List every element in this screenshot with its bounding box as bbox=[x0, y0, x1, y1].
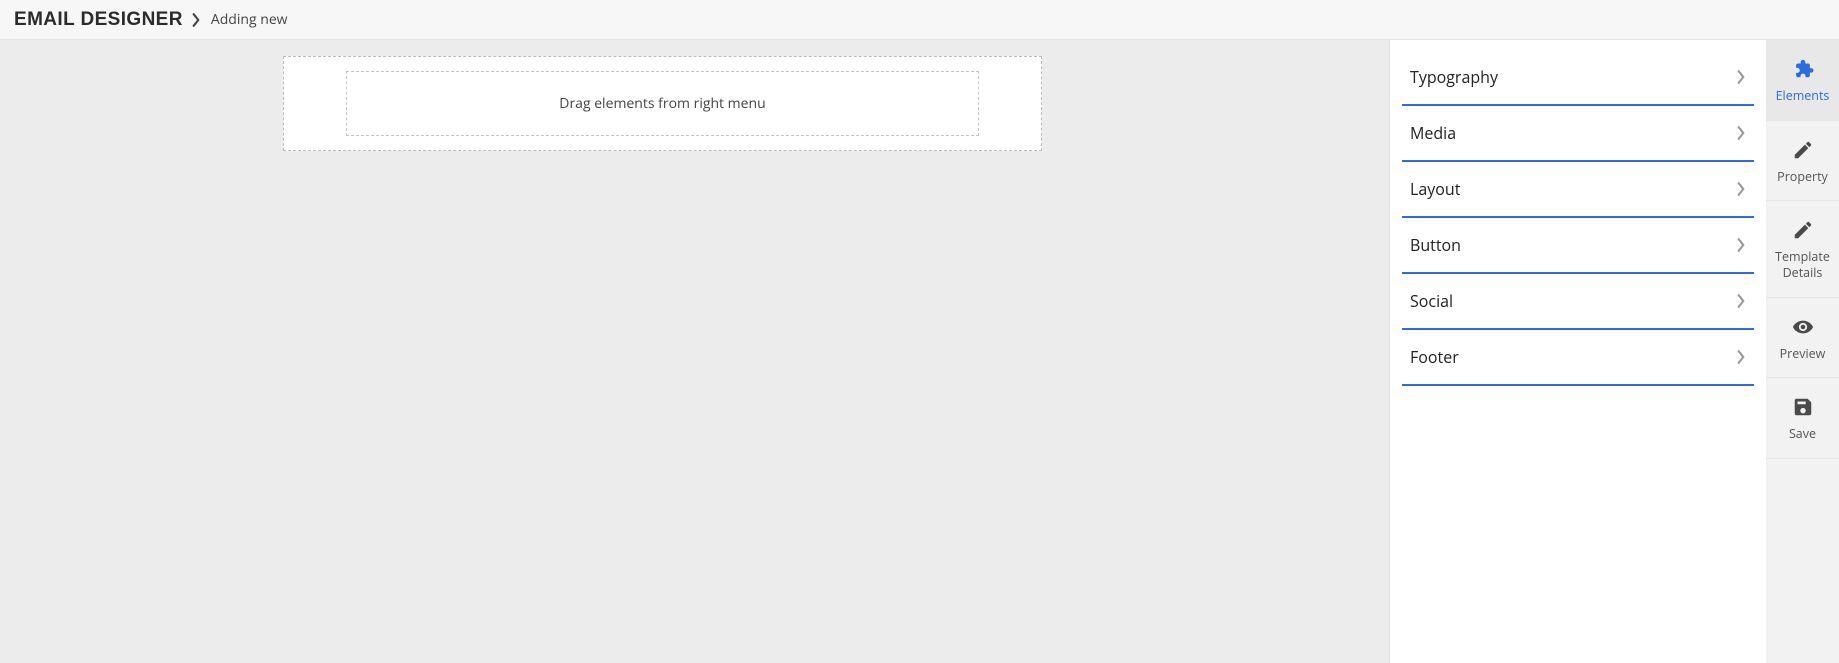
elements-item-label: Media bbox=[1410, 122, 1456, 144]
email-stage[interactable]: Drag elements from right menu bbox=[283, 56, 1042, 151]
breadcrumb-current: Adding new bbox=[211, 10, 288, 29]
chevron-right-icon bbox=[1736, 238, 1746, 252]
rail-tab-preview[interactable]: Preview bbox=[1766, 298, 1839, 379]
rail-tab-template-details[interactable]: Template Details bbox=[1766, 201, 1839, 297]
elements-item-label: Layout bbox=[1410, 178, 1460, 200]
rail-tab-label: Property bbox=[1777, 169, 1828, 185]
rail-tab-save[interactable]: Save bbox=[1766, 378, 1839, 459]
elements-item-typography[interactable]: Typography bbox=[1402, 50, 1754, 106]
drop-placeholder-text: Drag elements from right menu bbox=[559, 94, 765, 113]
right-rail: Elements Property Template Details bbox=[1766, 40, 1839, 663]
elements-item-footer[interactable]: Footer bbox=[1402, 330, 1754, 386]
elements-item-layout[interactable]: Layout bbox=[1402, 162, 1754, 218]
chevron-right-icon bbox=[1736, 182, 1746, 196]
rail-tab-label: Preview bbox=[1780, 346, 1826, 362]
chevron-right-icon bbox=[191, 13, 201, 27]
save-icon bbox=[1792, 396, 1814, 418]
elements-item-label: Typography bbox=[1410, 66, 1498, 88]
rail-tab-label: Save bbox=[1789, 426, 1816, 442]
elements-item-media[interactable]: Media bbox=[1402, 106, 1754, 162]
rail-tab-property[interactable]: Property bbox=[1766, 121, 1839, 202]
breadcrumb: EMAIL DESIGNER Adding new bbox=[0, 0, 1839, 40]
chevron-right-icon bbox=[1736, 126, 1746, 140]
eye-icon bbox=[1792, 316, 1814, 338]
elements-item-label: Footer bbox=[1410, 346, 1459, 368]
rail-tab-label: Elements bbox=[1776, 88, 1830, 104]
elements-item-social[interactable]: Social bbox=[1402, 274, 1754, 330]
chevron-right-icon bbox=[1736, 294, 1746, 308]
breadcrumb-root[interactable]: EMAIL DESIGNER bbox=[14, 9, 183, 31]
elements-item-label: Social bbox=[1410, 290, 1453, 312]
elements-item-button[interactable]: Button bbox=[1402, 218, 1754, 274]
chevron-right-icon bbox=[1736, 350, 1746, 364]
elements-panel: Typography Media Layout Button Social bbox=[1390, 40, 1766, 663]
rail-tab-elements[interactable]: Elements bbox=[1766, 40, 1839, 121]
pencil-icon bbox=[1792, 219, 1814, 241]
puzzle-icon bbox=[1792, 58, 1814, 80]
pencil-icon bbox=[1792, 139, 1814, 161]
rail-tab-label: Template Details bbox=[1768, 249, 1837, 280]
canvas-area[interactable]: Drag elements from right menu bbox=[0, 40, 1390, 663]
chevron-right-icon bbox=[1736, 70, 1746, 84]
drop-placeholder[interactable]: Drag elements from right menu bbox=[346, 71, 979, 136]
elements-item-label: Button bbox=[1410, 234, 1461, 256]
